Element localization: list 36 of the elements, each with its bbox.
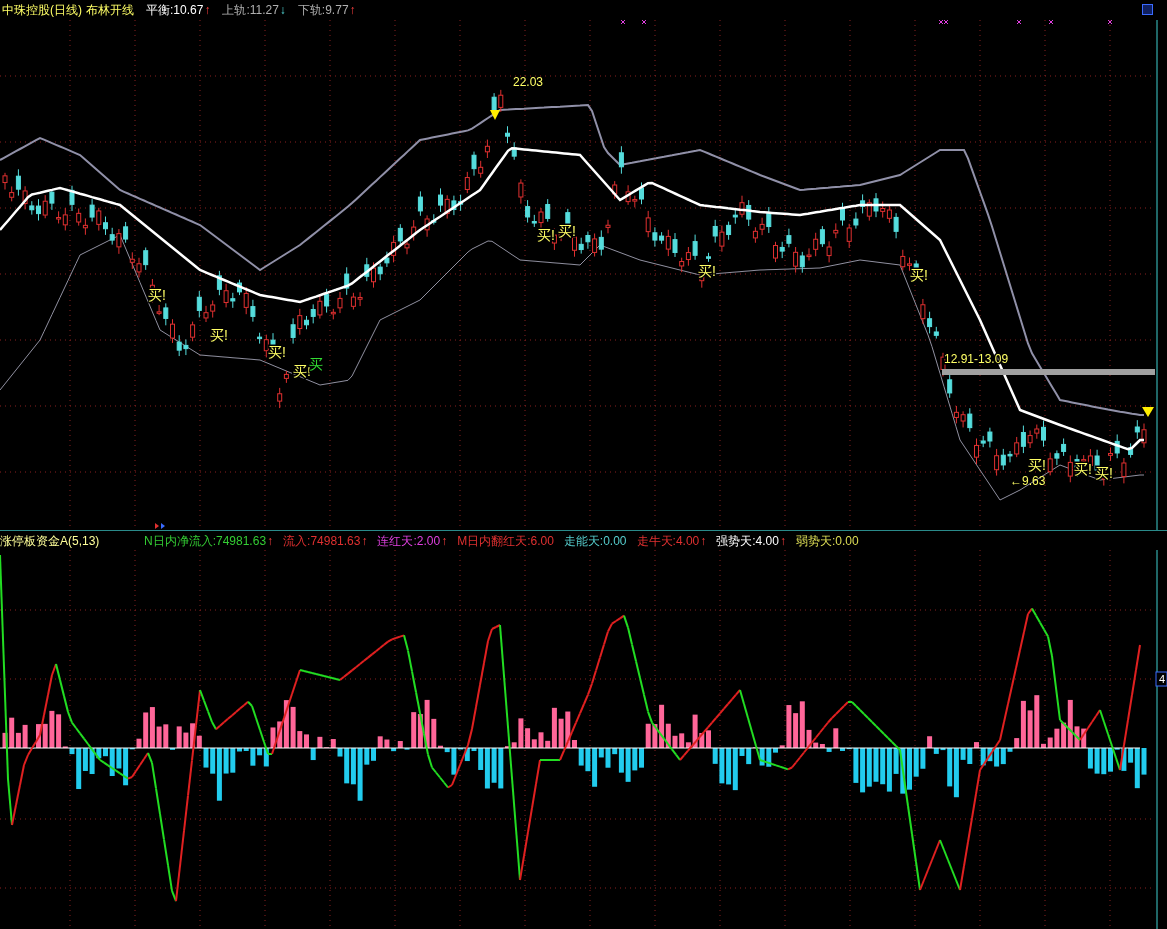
indicator-name: 布林开线 [86,2,134,19]
buy-signal-label: 买 [309,356,323,372]
trend-arrow: ↑ [349,2,356,19]
trend-arrow: ↑ [361,532,368,550]
down-triangle-icon [1142,407,1154,417]
trend-arrow: ↑ [204,2,211,19]
axis-label: 4 [1159,673,1166,685]
indicator-reading: M日内翻红天:6.00 [457,532,554,550]
trend-arrow: ↓ [279,2,286,19]
indicator-reading: 强势天:4.00 [716,532,779,550]
buy-signal-label: 买! [1074,461,1092,477]
indicator-reading: 上轨:11.27 [222,2,279,19]
buy-signal-label: 买! [537,227,555,243]
indicator-reading: 走牛天:4.00 [636,532,700,550]
peak-price-label: 22.03 [513,75,544,89]
trend-arrow: ↑ [779,532,786,550]
buy-signal-label: 买! [1028,457,1046,473]
indicator-reading: 平衡:10.67 [146,2,204,19]
chart-title: 中珠控股(日线) [2,2,82,19]
square-icon[interactable] [1142,4,1153,15]
buy-signal-label: 买! [268,344,286,360]
indicator-reading: 连红天:2.00 [377,532,441,550]
low-price-label: ←9.63 [1010,474,1046,488]
buy-signal-label: 买! [210,327,228,343]
trend-arrow: ↑ [441,532,448,550]
indicator-reading: N日内净流入:74981.63 [144,532,267,550]
indicator-reading: 流入:74981.63 [283,532,361,550]
down-triangle-icon [490,110,500,120]
indicator-reading: 下轨:9.77 [297,2,349,19]
trend-arrow: ↑ [267,532,274,550]
indicator-reading: 弱势天:0.00 [795,532,859,550]
marker-triangles-icon [155,523,165,529]
trend-arrow: ↑ [700,532,707,550]
indicator-panel-title: 涨停板资金A(5,13) [0,532,101,550]
indicator-reading: 走能天:0.00 [563,532,627,550]
buy-signal-label: 买! [558,223,576,239]
